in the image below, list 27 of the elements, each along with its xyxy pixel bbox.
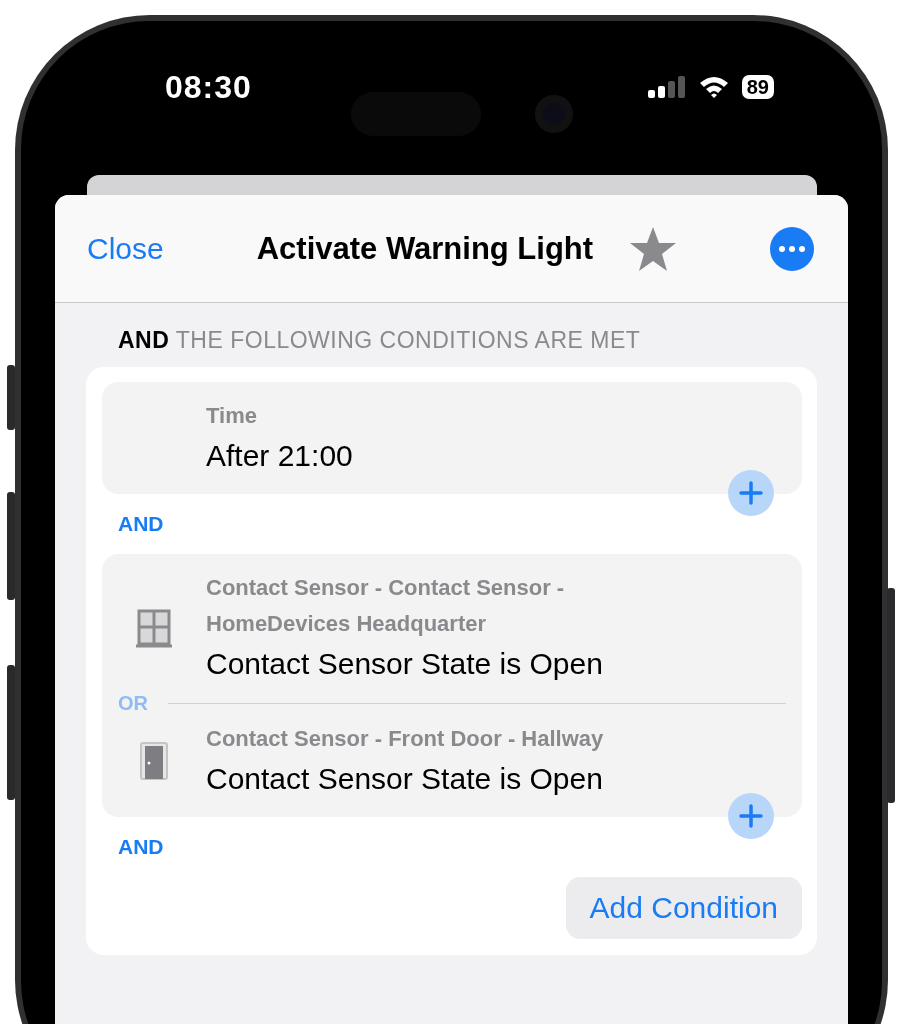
section-heading: AND THE FOLLOWING CONDITIONS ARE MET	[117, 327, 642, 354]
signal-icon	[647, 76, 686, 98]
and-label: AND	[117, 834, 165, 860]
condition-label: Contact Sensor - Contact Sensor - HomeDevices Headquarter	[206, 574, 566, 638]
plus-icon	[739, 481, 763, 505]
ellipsis-icon	[779, 245, 805, 252]
favorite-button[interactable]	[629, 225, 678, 272]
and-label: AND	[117, 511, 165, 537]
clock-time: 08:30	[165, 68, 252, 106]
or-label: OR	[118, 692, 149, 715]
condition-value: Contact Sensor State is Open	[206, 646, 604, 682]
add-condition-button[interactable]: Add Condition	[565, 877, 802, 939]
condition-label: Contact Sensor - Front Door - Hallway	[206, 725, 605, 753]
add-button[interactable]	[728, 793, 774, 839]
more-button[interactable]	[770, 226, 814, 271]
plus-icon	[739, 804, 763, 828]
star-icon	[629, 225, 678, 272]
sheet-title: Activate Warning Light	[256, 230, 594, 267]
window-icon	[136, 608, 172, 648]
condition-value: Contact Sensor State is Open	[206, 761, 604, 797]
door-icon	[140, 741, 168, 781]
camera-icon	[535, 95, 573, 133]
condition-value: After 21:00	[206, 438, 354, 474]
battery-level: 89	[746, 75, 769, 99]
add-button[interactable]	[728, 470, 774, 516]
close-button[interactable]: Close	[87, 231, 164, 266]
condition-label: Time	[206, 402, 258, 430]
